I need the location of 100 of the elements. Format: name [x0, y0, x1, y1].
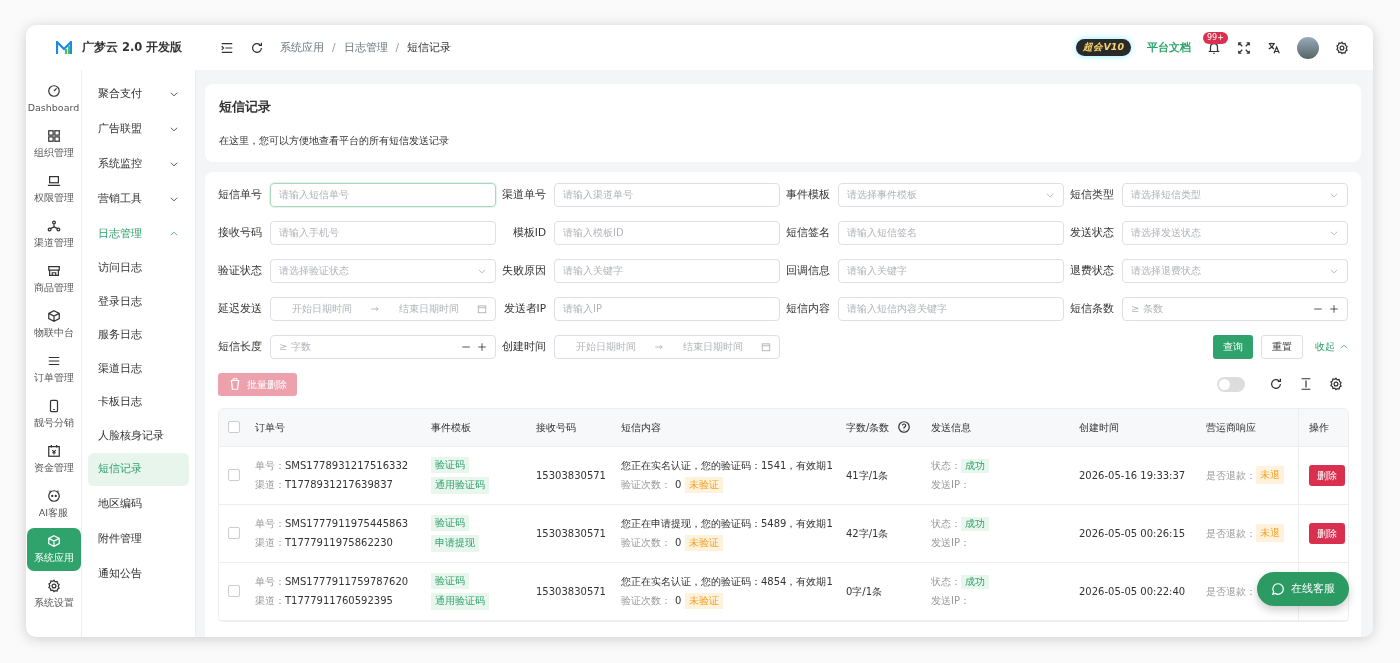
delete-button[interactable]: 删除	[1309, 464, 1345, 486]
rail-item[interactable]: 系统设置	[26, 573, 81, 616]
field-label: 状态：	[931, 459, 961, 474]
template-tag: 通用验证码	[431, 477, 489, 494]
submenu-item[interactable]: 通知公告	[88, 556, 189, 592]
row-height-button[interactable]	[1299, 377, 1313, 392]
column-header: 事件模板	[431, 420, 471, 435]
submenu-item[interactable]: 广告联盟	[88, 111, 189, 146]
field-label: 单号：	[255, 575, 285, 590]
field-label: 延迟发送	[217, 300, 263, 316]
chat-icon	[1271, 582, 1285, 596]
store-icon	[46, 263, 61, 278]
template-tag: 验证码	[431, 572, 469, 590]
submenu-item[interactable]: 附件管理	[88, 521, 189, 557]
collapse-link[interactable]: 收起	[1315, 339, 1349, 355]
rail-item[interactable]: 订单管理	[26, 348, 81, 391]
rail-item[interactable]: 系统应用	[26, 528, 81, 571]
refund-tag: 未退	[1256, 524, 1284, 543]
laptop-icon	[46, 173, 61, 188]
table-refresh-button[interactable]	[1269, 377, 1283, 392]
rail-item[interactable]: 商品管理	[26, 258, 81, 301]
page-description: 在这里，您可以方便地查看平台的所有短信发送记录	[219, 133, 450, 148]
channel-number: T1777911760592395	[285, 594, 393, 609]
plus-icon	[477, 341, 487, 352]
rail-item[interactable]: 物联中台	[26, 303, 81, 346]
verify-status-tag: 未验证	[685, 476, 724, 493]
app-title: 广梦云 2.0 开发版	[82, 38, 183, 56]
column-header: 创建时间	[1079, 420, 1119, 435]
submenu-item[interactable]: 卡板日志	[88, 385, 189, 419]
rail-item[interactable]: 渠道管理	[26, 213, 81, 256]
toggle-switch[interactable]	[1217, 376, 1245, 392]
sms-length: 42字/1条	[846, 526, 890, 541]
avatar[interactable]	[1297, 36, 1319, 59]
field-label: 是否退款：	[1206, 526, 1256, 541]
status-tag: 成功	[961, 574, 989, 589]
field-label: 失败原因	[501, 262, 547, 278]
field-label: 发送状态	[1069, 224, 1115, 240]
field-label: 短信签名	[785, 224, 831, 240]
field-label: 单号：	[255, 459, 285, 474]
column-header: 发送信息	[931, 420, 971, 435]
robot-icon	[46, 488, 61, 503]
rail-item[interactable]: 资金管理	[26, 438, 81, 481]
submenu-item[interactable]: 服务日志	[88, 318, 189, 352]
rail-item[interactable]: Dashboard	[26, 78, 81, 121]
calendar-icon	[477, 303, 487, 314]
field-label: 回调信息	[785, 262, 831, 278]
field-label: 发送者IP	[502, 300, 547, 316]
submenu-item[interactable]: 系统监控	[88, 146, 189, 181]
delete-button[interactable]: 删除	[1309, 522, 1345, 544]
breadcrumb-link[interactable]: 日志管理	[343, 39, 388, 56]
submenu-item[interactable]: 登录日志	[88, 284, 189, 319]
row-checkbox[interactable]	[228, 527, 240, 540]
order-number: SMS1777911975445863	[285, 517, 409, 532]
sms-content: 您正在申请提现，您的验证码：5489，有效期1	[621, 516, 834, 531]
rail-item[interactable]: 组织管理	[26, 123, 81, 166]
submenu-item[interactable]: 访问日志	[88, 251, 189, 285]
fullscreen-button[interactable]	[1237, 40, 1251, 55]
reset-button[interactable]: 重置	[1261, 334, 1303, 359]
select-all-checkbox[interactable]	[228, 421, 240, 434]
search-button[interactable]: 查询	[1213, 334, 1253, 359]
rail-item[interactable]: AI客服	[26, 483, 81, 526]
menu-toggle-button[interactable]	[220, 40, 234, 55]
channel-number: T1777911975862230	[285, 536, 393, 551]
field-label: 状态：	[931, 575, 961, 590]
refresh-icon	[250, 40, 264, 55]
created-time: 2026-05-05 00:22:40	[1079, 584, 1187, 599]
row-checkbox[interactable]	[228, 469, 240, 482]
calendar-icon	[46, 443, 61, 458]
settings-button[interactable]	[1335, 40, 1349, 55]
field-label: 验证状态	[217, 262, 263, 278]
submenu-item[interactable]: 地区编码	[88, 486, 189, 522]
template-tag: 验证码	[431, 514, 469, 532]
rail-item[interactable]: 权限管理	[26, 168, 81, 211]
docs-link[interactable]: 平台文档	[1147, 39, 1191, 56]
submenu-item[interactable]: 营销工具	[88, 181, 189, 216]
submenu-item[interactable]: 短信记录	[88, 452, 189, 487]
status-tag: 成功	[961, 516, 989, 531]
gauge-icon	[46, 83, 61, 98]
field-label: 渠道：	[255, 536, 285, 551]
field-label: 发送IP：	[931, 478, 971, 493]
order-number: SMS1778931217516332	[285, 459, 409, 474]
column-settings-button[interactable]	[1329, 377, 1343, 392]
submenu-item[interactable]: 人脸核身记录	[88, 418, 189, 453]
breadcrumb-link[interactable]: 系统应用	[280, 39, 324, 56]
submenu-item[interactable]: 聚合支付	[88, 76, 189, 111]
verify-count: 0	[675, 594, 682, 609]
order-number: SMS1777911759787620	[285, 575, 409, 590]
field-label: 验证次数：	[621, 594, 671, 609]
submenu-item[interactable]: 渠道日志	[88, 351, 189, 386]
sms-length: 41字/1条	[846, 468, 890, 483]
online-service-button[interactable]: 在线客服	[1257, 572, 1349, 606]
settings-icon	[1335, 40, 1349, 55]
language-button[interactable]	[1267, 40, 1281, 55]
rail-item[interactable]: 靓号分销	[26, 393, 81, 436]
submenu-item[interactable]: 日志管理	[88, 216, 189, 251]
refresh-button[interactable]	[250, 40, 264, 55]
calendar-icon	[761, 341, 771, 352]
column-header: 字数/条数	[846, 420, 890, 435]
row-checkbox[interactable]	[228, 585, 240, 598]
field-label: 渠道单号	[501, 186, 547, 202]
